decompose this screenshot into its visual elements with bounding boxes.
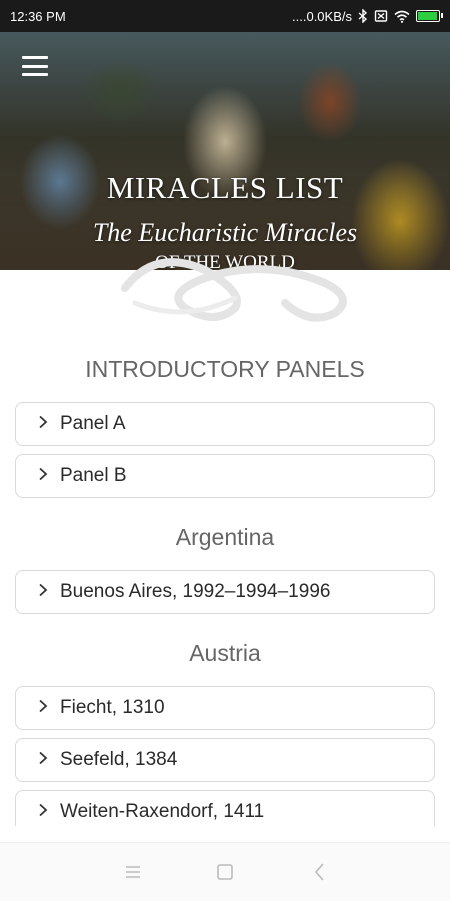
hamburger-menu-icon[interactable] <box>22 56 48 76</box>
list-item-label: Seefeld, 1384 <box>60 749 178 770</box>
bluetooth-icon <box>358 9 368 23</box>
chevron-right-icon <box>38 697 52 719</box>
system-nav-bar <box>0 842 450 901</box>
list-item-panel-b[interactable]: Panel B <box>15 454 435 498</box>
list-item-panel-a[interactable]: Panel A <box>15 402 435 446</box>
chevron-right-icon <box>38 413 52 435</box>
page-title: MIRACLES LIST <box>106 170 344 205</box>
list-item-label: Weiten-Raxendorf, 1411 <box>60 801 265 822</box>
list-item-label: Fiecht, 1310 <box>60 697 165 718</box>
status-bar: 12:36 PM ....0.0KB/s <box>0 0 450 32</box>
battery-icon <box>416 10 443 22</box>
no-sim-icon <box>374 9 388 23</box>
status-time: 12:36 PM <box>10 8 66 24</box>
back-icon[interactable] <box>308 861 332 883</box>
home-icon[interactable] <box>213 861 237 883</box>
chevron-right-icon <box>38 801 52 823</box>
list-item-label: Buenos Aires, 1992–1994–1996 <box>60 581 331 602</box>
list-item-fiecht[interactable]: Fiecht, 1310 <box>15 686 435 730</box>
section-title-argentina: Argentina <box>175 524 275 550</box>
header-banner: MIRACLES LIST The Eucharistic Miracles O… <box>0 32 450 270</box>
list-item-label: Panel B <box>60 465 127 486</box>
list-item-weiten-raxendorf[interactable]: Weiten-Raxendorf, 1411 <box>15 790 435 826</box>
status-icons: ....0.0KB/s <box>292 8 443 24</box>
page-subtitle: The Eucharistic Miracles <box>92 218 358 247</box>
network-speed: ....0.0KB/s <box>292 8 352 24</box>
chevron-right-icon <box>38 581 52 603</box>
chevron-right-icon <box>38 465 52 487</box>
list-item-seefeld[interactable]: Seefeld, 1384 <box>15 738 435 782</box>
wifi-icon <box>394 10 410 23</box>
recent-apps-icon[interactable] <box>121 861 145 883</box>
list-item-label: Panel A <box>60 413 126 434</box>
list-item-buenos-aires[interactable]: Buenos Aires, 1992–1994–1996 <box>15 570 435 614</box>
chevron-right-icon <box>38 749 52 771</box>
section-title-introductory: INTRODUCTORY PANELS <box>85 356 365 382</box>
miracles-list[interactable]: INTRODUCTORY PANELS Panel A Panel B Arge… <box>0 270 450 826</box>
section-title-austria: Austria <box>189 640 261 666</box>
